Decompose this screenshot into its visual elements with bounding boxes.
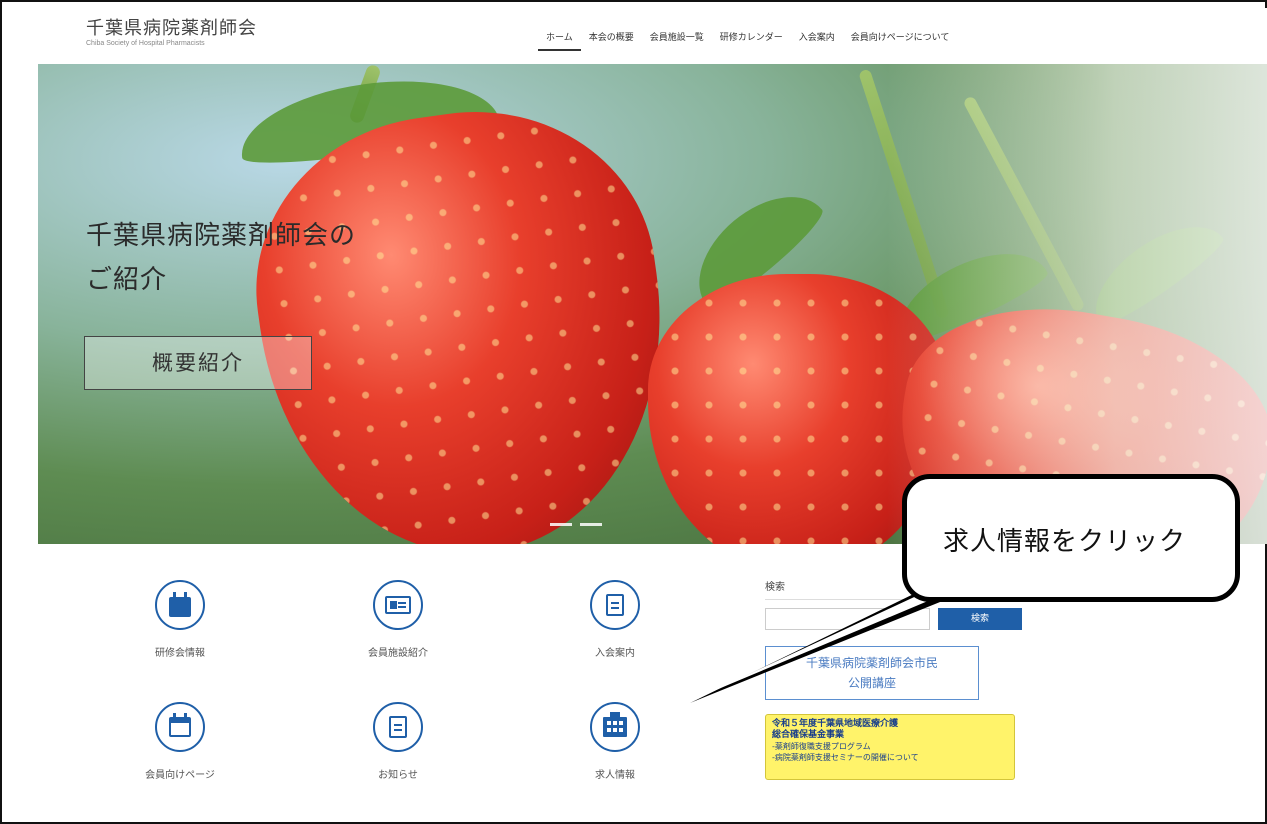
quick-link-label: 会員向けページ	[145, 770, 215, 781]
banner-title-line2: 総合確保基金事業	[772, 730, 845, 740]
site-header: 千葉県病院薬剤師会 Chiba Society of Hospital Phar…	[38, 8, 1267, 64]
sidebar: 検索 検索 千葉県病院薬剤師会市民 公開講座 令和５年度千葉県地域医療介護 総合…	[765, 578, 1025, 780]
nav-item-training-calendar[interactable]: 研修カレンダー	[712, 24, 791, 51]
document-icon	[373, 702, 423, 752]
quick-link-label: 求人情報	[595, 770, 635, 781]
public-lecture-line2: 公開講座	[847, 676, 896, 690]
main-nav: ホーム 本会の概要 会員施設一覧 研修カレンダー 入会案内 会員向けページについ…	[538, 24, 957, 51]
slide-dot[interactable]	[550, 523, 572, 526]
calendar-icon	[155, 580, 205, 630]
quick-link-news[interactable]: お知らせ	[318, 702, 478, 781]
hero-title-line2: ご紹介	[86, 265, 168, 295]
quick-link-member-facilities[interactable]: 会員施設紹介	[318, 580, 478, 659]
quick-link-label: 会員施設紹介	[368, 648, 428, 659]
quick-link-grid: 研修会情報 会員施設紹介 入会案内 会員向けページ お知らせ 求人情報	[100, 580, 700, 820]
slider-indicator	[550, 523, 602, 526]
public-lecture-link[interactable]: 千葉県病院薬剤師会市民 公開講座	[765, 646, 979, 700]
slide-dot[interactable]	[580, 523, 602, 526]
fund-project-banner[interactable]: 令和５年度千葉県地域医療介護 総合確保基金事業 -薬剤師復職支援プログラム -病…	[765, 714, 1015, 780]
callout-text: 求人情報をクリック	[943, 527, 1187, 557]
quick-link-label: お知らせ	[378, 770, 418, 781]
hero-title: 千葉県病院薬剤師会の ご紹介	[86, 214, 356, 302]
hero-title-line1: 千葉県病院薬剤師会の	[86, 221, 357, 251]
banner-item: -病院薬剤師支援セミナーの開催について	[772, 753, 919, 762]
hero-slider: 千葉県病院薬剤師会の ご紹介 概要紹介	[38, 64, 1267, 544]
nav-item-member-facilities[interactable]: 会員施設一覧	[642, 24, 712, 51]
search-row: 検索	[765, 608, 1025, 632]
quick-link-membership[interactable]: 入会案内	[535, 580, 695, 659]
quick-link-label: 研修会情報	[155, 648, 205, 659]
quick-link-job-info[interactable]: 求人情報	[535, 702, 695, 781]
quick-link-label: 入会案内	[595, 648, 635, 659]
building-icon	[590, 702, 640, 752]
callout-box: 求人情報をクリック	[902, 474, 1240, 602]
search-button[interactable]: 検索	[938, 608, 1022, 630]
quick-link-training[interactable]: 研修会情報	[100, 580, 260, 659]
calendar-outline-icon	[155, 702, 205, 752]
nav-item-home[interactable]: ホーム	[538, 24, 581, 51]
site-logo-title[interactable]: 千葉県病院薬剤師会	[86, 14, 257, 40]
banner-item: -薬剤師復職支援プログラム	[772, 742, 871, 751]
overview-button[interactable]: 概要紹介	[84, 336, 312, 390]
nav-item-member-page[interactable]: 会員向けページについて	[843, 24, 958, 51]
quick-link-member-page[interactable]: 会員向けページ	[100, 702, 260, 781]
id-card-icon	[373, 580, 423, 630]
banner-title-line1: 令和５年度千葉県地域医療介護	[772, 719, 899, 729]
nav-item-overview[interactable]: 本会の概要	[581, 24, 642, 51]
public-lecture-line1: 千葉県病院薬剤師会市民	[805, 656, 938, 670]
search-input[interactable]	[765, 608, 930, 630]
nav-item-membership[interactable]: 入会案内	[791, 24, 843, 51]
site-logo-subtitle: Chiba Society of Hospital Pharmacists	[86, 40, 205, 47]
hero-highlight	[887, 64, 1267, 544]
document-icon	[590, 580, 640, 630]
